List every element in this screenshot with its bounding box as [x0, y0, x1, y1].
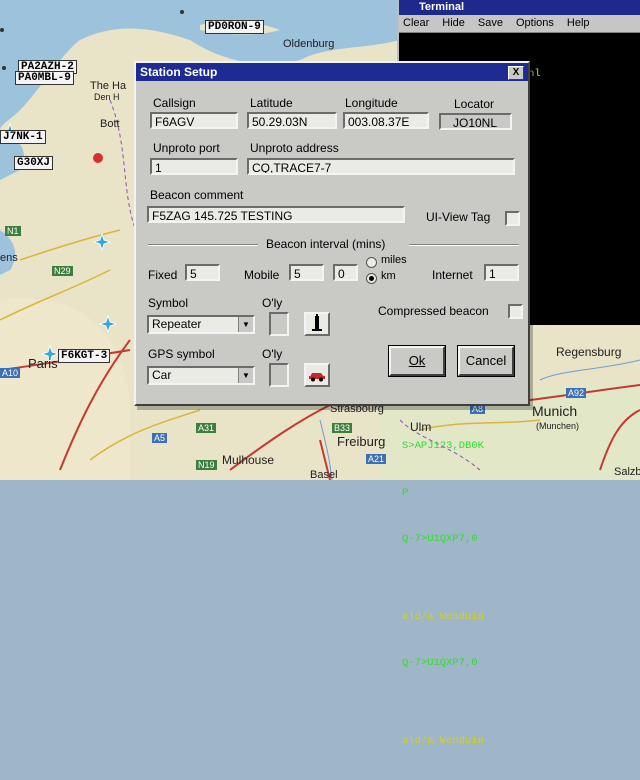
- road-number: A10: [0, 368, 21, 378]
- map-place-label: The Ha: [90, 80, 127, 92]
- road-number: A21: [366, 454, 387, 464]
- locator-field: JO10NL: [439, 113, 512, 130]
- terminal-menubar: Clear Hide Save Options Help: [399, 15, 640, 33]
- internet-interval-field[interactable]: 1: [484, 264, 519, 281]
- map-city-label: Paris: [28, 356, 58, 371]
- map-callsign-label[interactable]: PA0MBL-9: [15, 71, 74, 85]
- callsign-field[interactable]: F6AGV: [150, 112, 238, 129]
- symbol-overlay-field[interactable]: [269, 312, 289, 336]
- road-number: B33: [332, 423, 353, 433]
- menu-save[interactable]: Save: [478, 17, 503, 29]
- gps-overlay-label: O'ly: [262, 347, 283, 361]
- mobile-interval-field[interactable]: 5: [289, 264, 324, 281]
- car-icon: [309, 373, 325, 382]
- road-number: A5: [152, 433, 168, 443]
- gps-symbol-preview-button[interactable]: [304, 363, 330, 387]
- unproto-port-field[interactable]: 1: [150, 158, 238, 175]
- menu-hide[interactable]: Hide: [442, 17, 465, 29]
- gps-symbol-dropdown[interactable]: Car ▼: [147, 366, 255, 385]
- mobile-distance-field[interactable]: 0: [333, 264, 358, 281]
- unproto-address-label: Unproto address: [250, 141, 339, 155]
- uiview-tag-label: UI-View Tag: [426, 210, 491, 224]
- internet-label: Internet: [432, 268, 473, 282]
- gps-overlay-field[interactable]: [269, 363, 289, 387]
- compressed-beacon-label: Compressed beacon: [378, 304, 489, 318]
- fixed-label: Fixed: [148, 268, 178, 282]
- fixed-interval-field[interactable]: 5: [185, 264, 220, 281]
- beacon-interval-label: Beacon interval (mins): [266, 237, 386, 251]
- unproto-port-label: Unproto port: [153, 141, 220, 155]
- callsign-label: Callsign: [153, 96, 196, 110]
- dialog-title[interactable]: Station Setup: [136, 63, 528, 81]
- gps-symbol-dropdown-value: Car: [152, 368, 172, 382]
- station-setup-dialog[interactable]: Station Setup X Callsign F6AGV Latitude …: [134, 61, 530, 406]
- miles-label: miles: [381, 254, 407, 266]
- map-place-label: Den H: [94, 92, 120, 102]
- mobile-label: Mobile: [244, 268, 280, 282]
- road-number: A31: [196, 423, 217, 433]
- chevron-down-icon[interactable]: ▼: [238, 317, 253, 332]
- km-label: km: [381, 270, 396, 282]
- beacon-interval-divider: [409, 244, 519, 246]
- gps-symbol-label: GPS symbol: [148, 347, 215, 361]
- map-place-label: ens: [0, 252, 18, 264]
- cancel-button-label: Cancel: [465, 353, 507, 368]
- map-callsign-label[interactable]: G30XJ: [14, 156, 54, 170]
- map-callsign-label[interactable]: PD0RON-9: [205, 20, 264, 34]
- latitude-field[interactable]: 50.29.03N: [247, 112, 337, 129]
- terminal-line: ald/a Wenduin: [402, 734, 484, 747]
- beacon-interval-divider: [148, 244, 258, 246]
- symbol-overlay-label: O'ly: [262, 296, 283, 310]
- menu-options[interactable]: Options: [516, 17, 554, 29]
- road-number: N19: [196, 460, 217, 470]
- symbol-dropdown[interactable]: Repeater ▼: [147, 315, 255, 334]
- chevron-down-icon[interactable]: ▼: [238, 368, 253, 383]
- map-place-label: Bott: [100, 118, 120, 130]
- unproto-address-field[interactable]: CQ,TRACE7-7: [247, 158, 515, 175]
- longitude-field[interactable]: 003.08.37E: [343, 112, 429, 129]
- miles-radio[interactable]: [366, 257, 377, 268]
- symbol-preview-button[interactable]: [304, 312, 330, 336]
- beacon-comment-label: Beacon comment: [150, 188, 244, 202]
- map-callsign-label[interactable]: J7NK-1: [0, 130, 46, 144]
- road-number: N29: [52, 266, 73, 276]
- menu-help[interactable]: Help: [567, 17, 590, 29]
- terminal-line: Q-7>U1QXP7,0: [402, 657, 478, 669]
- cancel-button[interactable]: Cancel: [457, 345, 515, 377]
- terminal-title[interactable]: Terminal: [399, 0, 640, 15]
- km-radio[interactable]: [366, 273, 377, 284]
- map-callsign-label[interactable]: F6KGT-3: [58, 349, 111, 363]
- locator-label: Locator: [454, 97, 495, 111]
- tower-icon: [312, 314, 322, 331]
- close-button[interactable]: X: [508, 66, 524, 80]
- road-number: N1: [5, 226, 21, 236]
- terminal-line: Q-7>U1QXP7,0: [402, 533, 478, 545]
- longitude-label: Longitude: [345, 96, 398, 110]
- map-city-label: Mulhouse: [222, 453, 275, 467]
- ok-button-label: Ok: [408, 353, 426, 368]
- ok-button[interactable]: Ok: [388, 345, 446, 377]
- latitude-label: Latitude: [250, 96, 293, 110]
- terminal-line: ald/a Wenduin: [402, 610, 484, 623]
- map-city-label: Basel: [310, 469, 338, 481]
- map-city-label: Oldenburg: [283, 38, 335, 50]
- terminal-line: P: [402, 486, 409, 499]
- map-city-label: Freiburg: [337, 434, 386, 449]
- compressed-beacon-checkbox[interactable]: [508, 304, 523, 319]
- menu-clear[interactable]: Clear: [403, 17, 429, 29]
- beacon-comment-field[interactable]: F5ZAG 145.725 TESTING: [147, 206, 405, 223]
- uiview-tag-checkbox[interactable]: [505, 211, 520, 226]
- terminal-line: S>APJ123,DB0K: [402, 440, 484, 452]
- symbol-dropdown-value: Repeater: [152, 317, 202, 331]
- symbol-label: Symbol: [148, 296, 189, 310]
